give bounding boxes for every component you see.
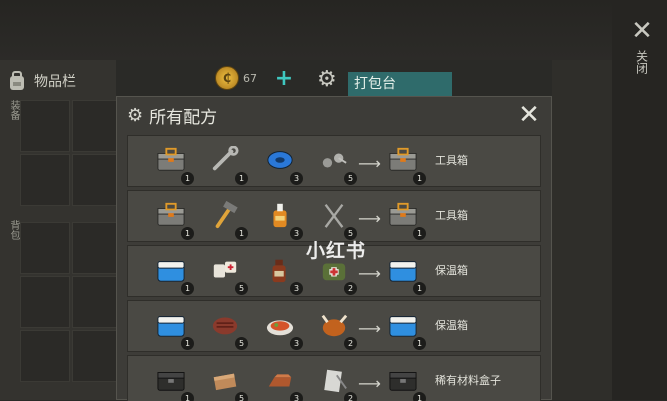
recipe-row[interactable]: 1 5 3 2 ⟶ 1 保温箱 [127,300,541,352]
top-bar [0,0,667,60]
toolbox-icon: 1 [152,143,194,185]
item-count: 3 [290,172,303,185]
item-count: 1 [413,337,426,350]
bottle-icon: 3 [261,253,303,295]
backpack-side-label: 背包 [8,220,19,240]
bandage-icon: 5 [206,253,248,295]
item-count: 3 [290,227,303,240]
item-count: 3 [290,337,303,350]
arrow-right-icon: ⟶ [358,154,381,173]
item-count: 1 [413,282,426,295]
toolbox-icon: 1 [384,143,426,185]
arrow-right-icon: ⟶ [358,319,381,338]
inventory-title: 物品栏 [34,74,76,90]
inventory-slot[interactable] [72,276,122,328]
item-count: 1 [181,227,194,240]
arrow-right-icon: ⟶ [358,209,381,228]
cooler-icon: 1 [152,253,194,295]
item-count: 1 [235,227,248,240]
cooler-icon: 1 [384,253,426,295]
inventory-slot[interactable] [20,276,70,328]
item-count: 1 [181,172,194,185]
recipe-row[interactable]: 1 5 3 2 ⟶ 1 稀有材料盒子 [127,355,541,401]
inventory-slot[interactable] [20,222,70,274]
hammer-icon: 1 [206,198,248,240]
gear-icon: ⚙ [127,104,144,126]
inventory-slot[interactable] [20,154,70,206]
steak-icon: 5 [206,308,248,350]
result-name: 工具箱 [435,209,468,222]
add-currency-button[interactable]: + [273,66,295,91]
nails-icon: 5 [315,198,357,240]
plank-icon: 5 [206,363,248,401]
toolbox-icon: 1 [152,198,194,240]
inventory-slot[interactable] [72,100,122,152]
currency-display: ₵ 67 + [215,66,295,91]
wrench-icon: 1 [206,143,248,185]
roast-chicken-icon: 2 [315,308,357,350]
cooler-icon: 1 [152,308,194,350]
inventory-slot[interactable] [20,330,70,382]
toolbox-icon: 1 [384,198,426,240]
item-count: 1 [181,282,194,295]
result-name: 工具箱 [435,154,468,167]
recipe-row[interactable]: 1 1 3 5 ⟶ 1 工具箱 [127,190,541,242]
watermark: 小红书 [306,240,367,262]
backpack-icon [10,71,24,90]
item-count: 1 [181,337,194,350]
side-close-label: 关闭 [634,50,649,74]
equipment-side-label: 装备 [8,100,19,120]
inventory-slot[interactable] [72,154,122,206]
tape-icon: 3 [261,143,303,185]
item-count: 1 [413,172,426,185]
item-count: 2 [344,337,357,350]
result-name: 保温箱 [435,264,468,277]
coin-icon: ₵ [215,66,239,90]
item-count: 5 [235,282,248,295]
close-icon: ✕ [631,16,653,46]
result-name: 稀有材料盒子 [435,374,501,387]
item-count: 2 [344,282,357,295]
close-icon[interactable]: ✕ [515,101,543,129]
copper-bar-icon: 3 [261,363,303,401]
black-box-icon: 1 [384,363,426,401]
crafting-panel [552,60,612,400]
item-count: 5 [344,172,357,185]
cooler-icon: 1 [384,308,426,350]
crafting-gear-icon: ⚙ [317,67,337,92]
screws-icon: 5 [315,143,357,185]
result-name: 保温箱 [435,319,468,332]
item-count: 1 [413,227,426,240]
modal-title: 所有配方 [149,107,218,128]
item-count: 3 [290,282,303,295]
side-close-button[interactable]: ✕ 关闭 [628,18,656,74]
black-box-icon: 1 [152,363,194,401]
inventory-header: 物品栏 [6,68,76,94]
recipe-list: 1 1 3 5 ⟶ 1 工具箱 1 1 3 5 ⟶ 1 工具箱 1 5 3 2 ⟶ 1 保温箱 1 5 3 2 ⟶ 1 保温箱 1 5 3 2… [127,135,541,401]
arrow-right-icon: ⟶ [358,264,381,283]
currency-amount: 67 [243,71,257,85]
inventory-slot[interactable] [72,222,122,274]
recipe-row[interactable]: 1 1 3 5 ⟶ 1 工具箱 [127,135,541,187]
item-count: 1 [235,172,248,185]
meal-icon: 3 [261,308,303,350]
inventory-slot[interactable] [20,100,70,152]
modal-header: ⚙ 所有配方 [117,97,551,133]
item-count: 5 [235,337,248,350]
glue-icon: 3 [261,198,303,240]
inventory-slot[interactable] [72,330,122,382]
crafting-station-tab[interactable]: 打包台 [348,72,452,96]
arrow-right-icon: ⟶ [358,374,381,393]
scrap-icon: 2 [315,363,357,401]
